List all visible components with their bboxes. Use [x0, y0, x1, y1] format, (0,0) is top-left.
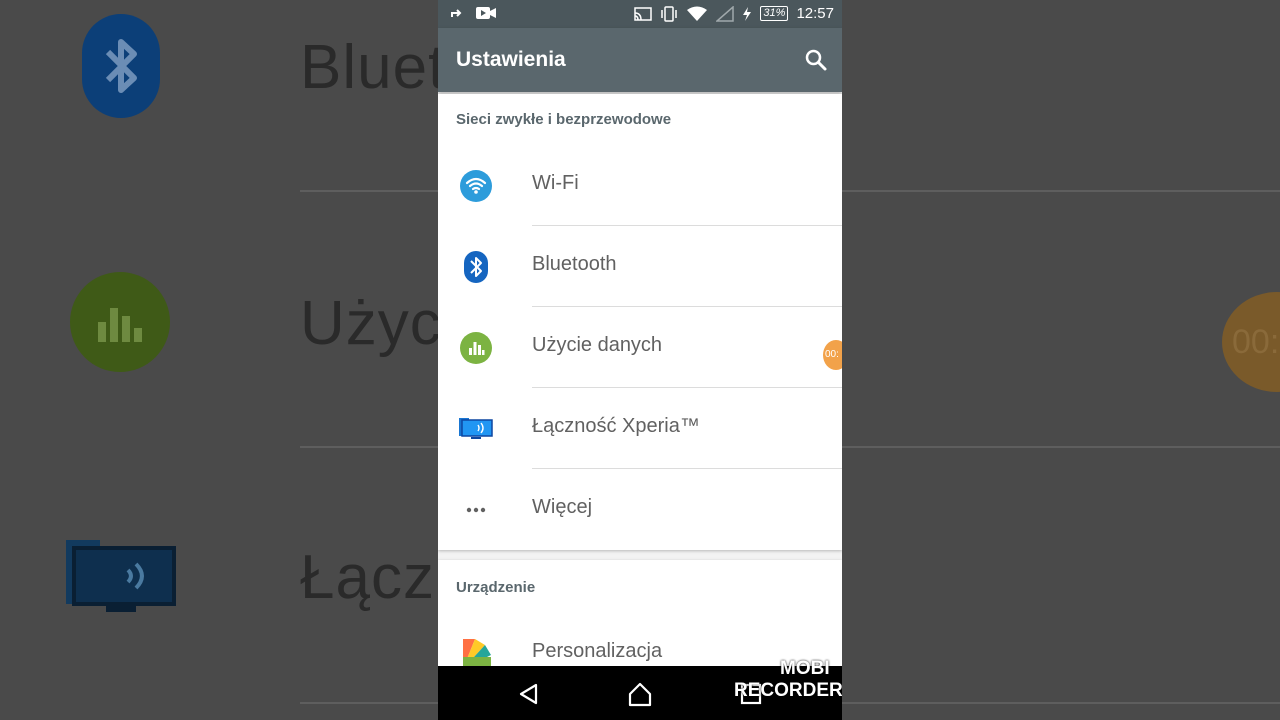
wifi-icon [460, 170, 492, 202]
status-bar: 31% 12:57 [438, 0, 842, 28]
section-header: Sieci zwykłe i bezprzewodowe [456, 111, 672, 128]
bluetooth-icon [464, 251, 488, 283]
settings-item-label: Wi-Fi [532, 172, 579, 194]
recording-timer-bubble[interactable]: 00: [823, 340, 842, 370]
section-wireless-networks: Sieci zwykłe i bezprzewodowe Wi-Fi Bluet… [438, 94, 842, 550]
cell-signal-icon [716, 5, 735, 22]
data-usage-icon [460, 332, 492, 364]
home-icon[interactable] [627, 681, 653, 707]
settings-item-data-usage[interactable]: Użycie danych [438, 307, 842, 388]
battery-indicator: 31% [760, 6, 789, 21]
section-device: Urządzenie Personalizacja [438, 560, 842, 671]
bg-label-data: Użyc [300, 289, 442, 358]
watermark-line: RECORDER [734, 680, 842, 701]
bg-label-xperia: Łącz [300, 543, 435, 612]
cast-icon [634, 6, 653, 21]
xperia-connectivity-icon [459, 418, 493, 439]
back-icon[interactable] [516, 681, 542, 707]
vibrate-icon [661, 5, 678, 22]
page-title: Ustawienia [456, 48, 566, 71]
more-icon [466, 507, 486, 513]
settings-item-bluetooth[interactable]: Bluetooth [438, 226, 842, 307]
bg-timer-bubble: 00: [1222, 292, 1280, 392]
settings-item-label: Bluetooth [532, 253, 617, 275]
settings-item-xperia-connectivity[interactable]: Łączność Xperia™ [438, 388, 842, 469]
app-bar: Ustawienia [438, 28, 842, 92]
settings-item-label: Użycie danych [532, 334, 663, 356]
settings-item-wifi[interactable]: Wi-Fi [438, 145, 842, 226]
settings-item-label: Personalizacja [532, 640, 663, 662]
video-record-icon [476, 7, 496, 19]
clock: 12:57 [796, 5, 834, 22]
recorder-watermark: MOBI RECORDER [734, 658, 842, 702]
settings-item-label: Łączność Xperia™ [532, 415, 700, 437]
charging-icon [743, 6, 752, 21]
watermark-line: MOBI [780, 658, 830, 679]
wifi-signal-icon [687, 6, 708, 21]
bg-bluetooth-icon [82, 14, 160, 118]
settings-item-more[interactable]: Więcej [438, 469, 842, 550]
settings-item-label: Więcej [532, 496, 593, 518]
bg-xperia-icon [66, 540, 176, 614]
settings-screen: 31% 12:57 Ustawienia Sieci zwykłe i bezp… [438, 0, 842, 720]
bg-data-usage-icon [70, 272, 170, 372]
search-icon[interactable] [804, 48, 828, 72]
section-header: Urządzenie [456, 579, 536, 596]
bg-label-bluetooth: Bluet [300, 33, 447, 102]
share-icon [451, 9, 462, 17]
